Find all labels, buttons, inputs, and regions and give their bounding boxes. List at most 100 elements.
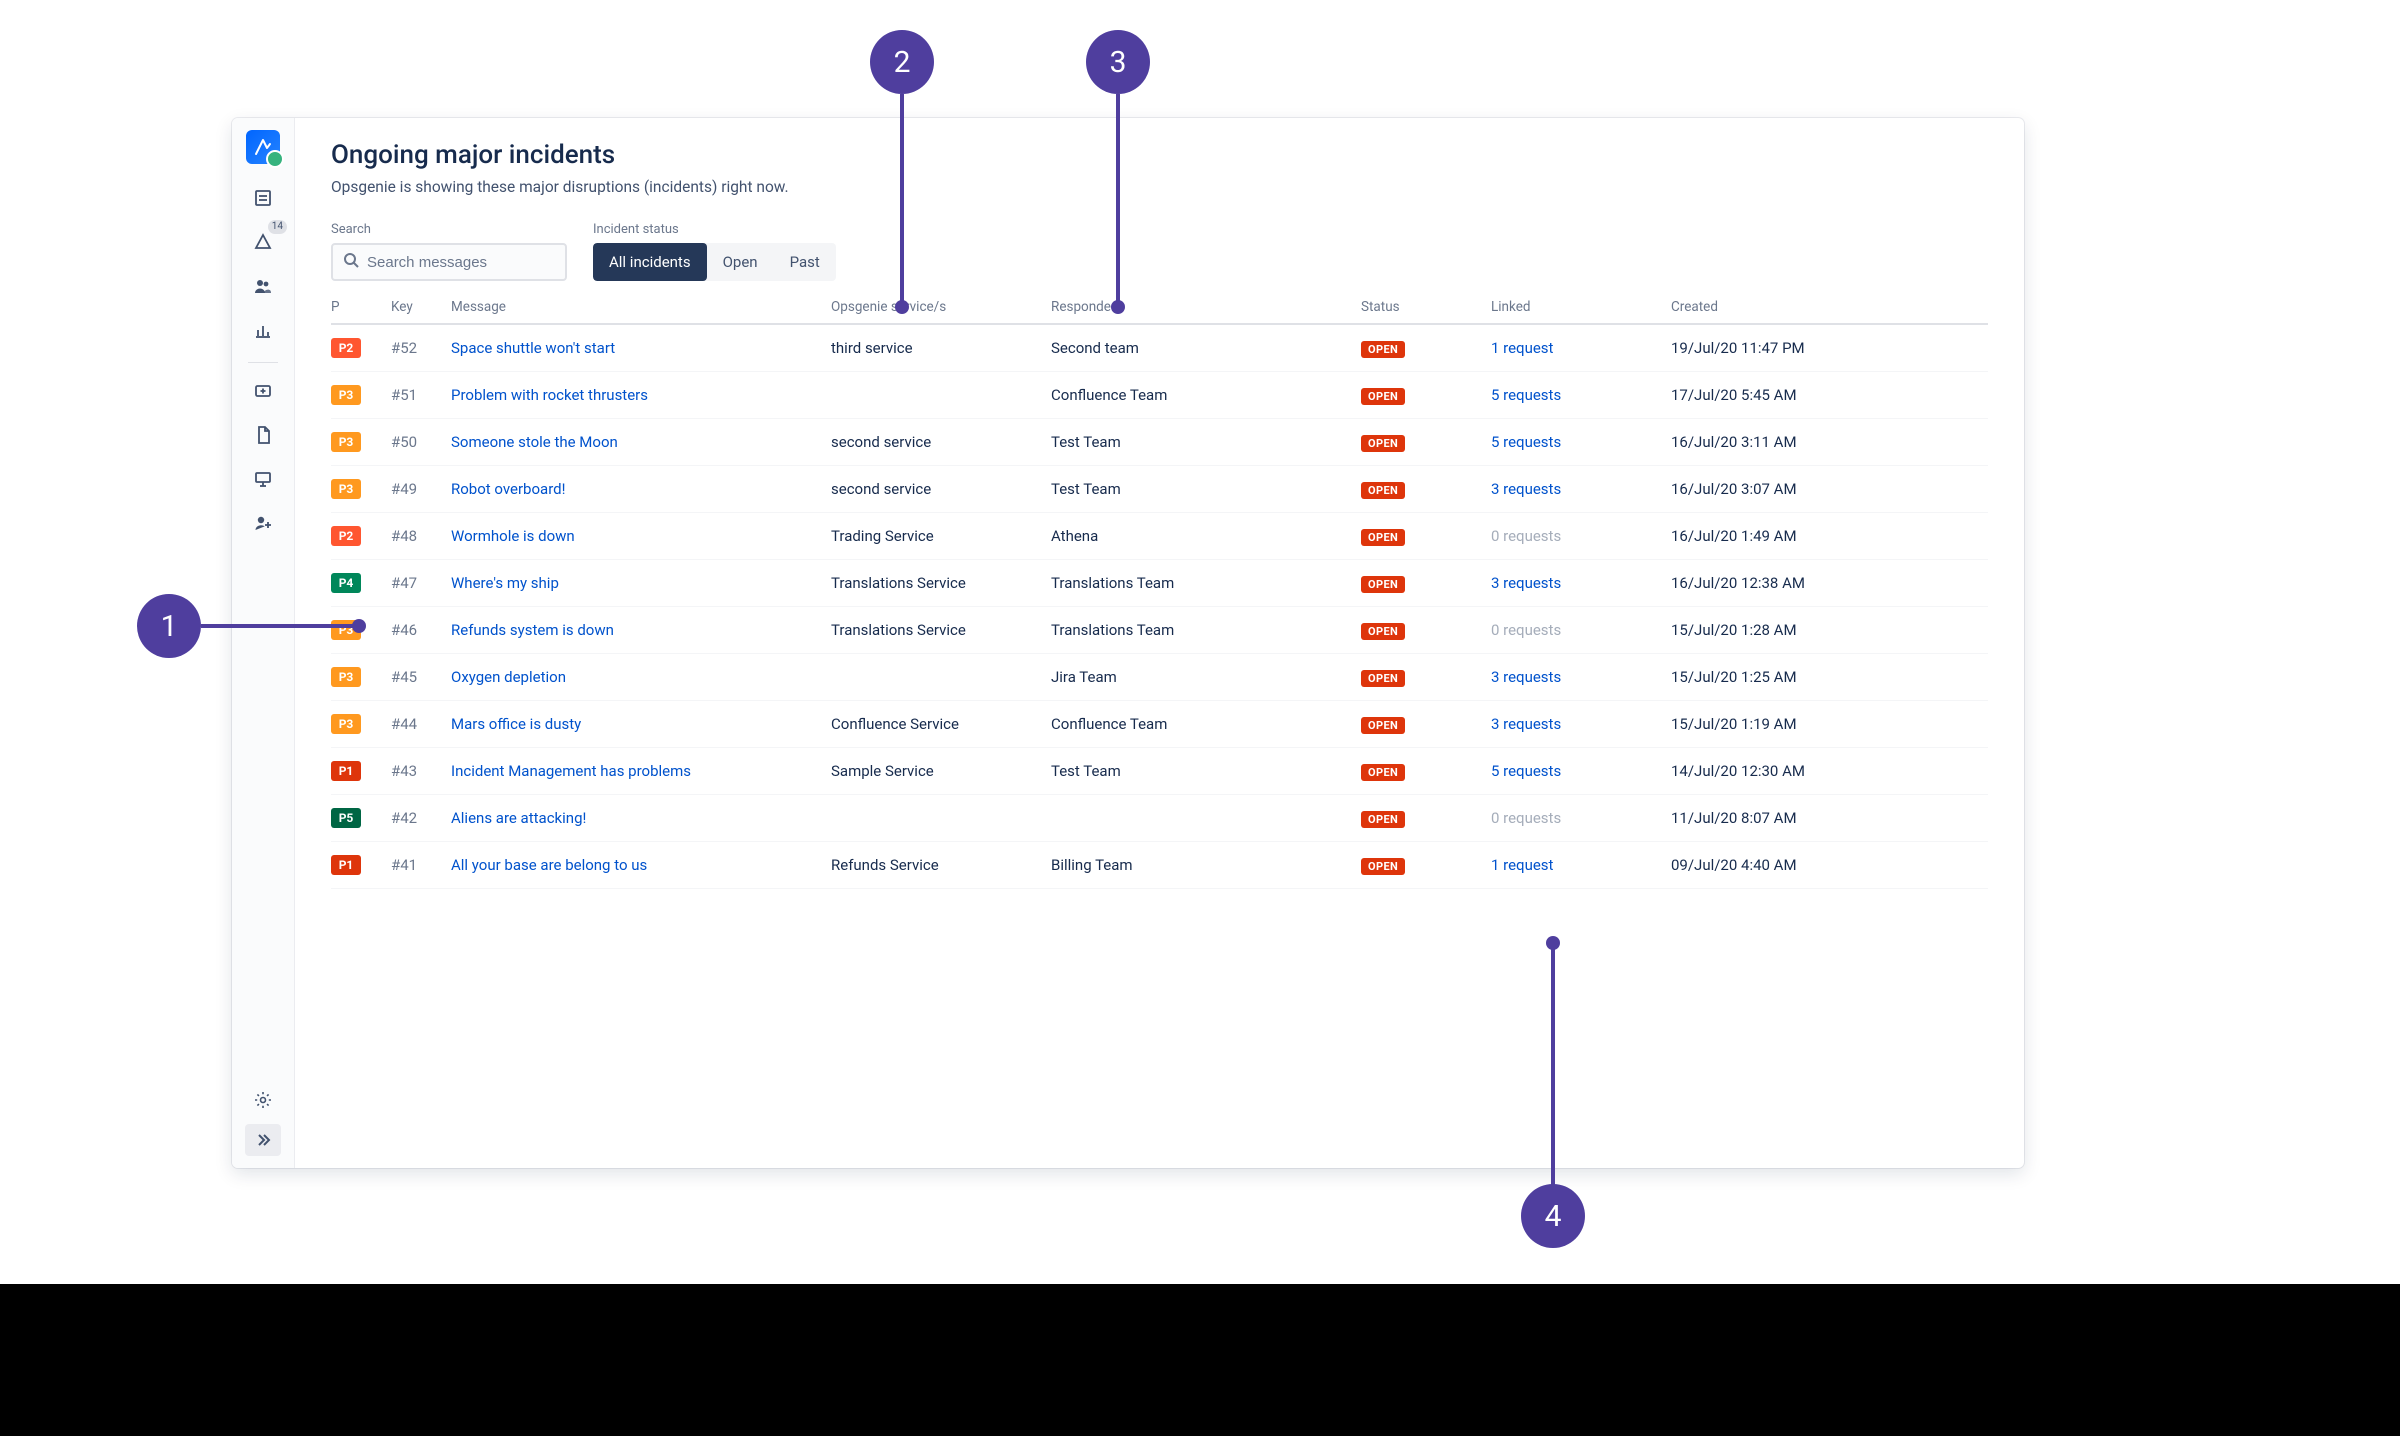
- service-cell: Sample Service: [831, 762, 1051, 780]
- incident-link[interactable]: Mars office is dusty: [451, 715, 581, 733]
- incident-link[interactable]: Oxygen depletion: [451, 668, 566, 686]
- filter-bar: Search Incident status All incidents Ope…: [331, 222, 1988, 281]
- incident-key: #43: [391, 762, 451, 780]
- table-row: P4#47Where's my shipTranslations Service…: [331, 560, 1988, 607]
- service-cell: Translations Service: [831, 574, 1051, 592]
- invite-icon[interactable]: [243, 503, 283, 543]
- knowledge-icon[interactable]: [243, 415, 283, 455]
- table-row: P5#42Aliens are attacking!OPEN0 requests…: [331, 795, 1988, 842]
- linked-requests[interactable]: 5 requests: [1491, 762, 1671, 780]
- incident-link[interactable]: Where's my ship: [451, 574, 559, 592]
- incident-link[interactable]: All your base are belong to us: [451, 856, 647, 874]
- col-priority[interactable]: P: [331, 299, 391, 315]
- responders-cell: Confluence Team: [1051, 715, 1361, 733]
- raise-request-icon[interactable]: [243, 371, 283, 411]
- responders-cell: Translations Team: [1051, 574, 1361, 592]
- linked-requests[interactable]: 3 requests: [1491, 574, 1671, 592]
- status-badge: OPEN: [1361, 576, 1405, 593]
- responders-cell: Jira Team: [1051, 668, 1361, 686]
- queues-icon[interactable]: [243, 178, 283, 218]
- incident-key: #44: [391, 715, 451, 733]
- table-row: P2 #48Wormhole is down Trading ServiceAthe…: [331, 513, 1988, 560]
- responders-cell: Test Team: [1051, 762, 1361, 780]
- col-key[interactable]: Key: [391, 299, 451, 315]
- annotation-dot-2: [895, 300, 909, 314]
- incident-link[interactable]: Problem with rocket thrusters: [451, 386, 648, 404]
- col-created[interactable]: Created: [1671, 299, 1988, 315]
- status-badge: OPEN: [1361, 435, 1405, 452]
- bottom-black-bar: [0, 1284, 2400, 1436]
- linked-requests[interactable]: 5 requests: [1491, 433, 1671, 451]
- incident-link[interactable]: Wormhole is down: [451, 527, 575, 545]
- service-cell: second service: [831, 433, 1051, 451]
- created-cell: 15/Jul/20 1:25 AM: [1671, 668, 1988, 686]
- incident-link[interactable]: Someone stole the Moon: [451, 433, 618, 451]
- incident-key: #48: [391, 527, 451, 545]
- annotation-bubble-4: 4: [1521, 1184, 1585, 1248]
- seg-past[interactable]: Past: [774, 243, 836, 281]
- table-row: P3 #49Robot overboard! second serviceTest …: [331, 466, 1988, 513]
- status-segment: All incidents Open Past: [593, 243, 836, 281]
- incident-link[interactable]: Robot overboard!: [451, 480, 565, 498]
- incident-link[interactable]: Incident Management has problems: [451, 762, 691, 780]
- table-row: P3#50Someone stole the Moonsecond servic…: [331, 419, 1988, 466]
- table-row: P2#52Space shuttle won't startthird serv…: [331, 325, 1988, 372]
- col-responders[interactable]: Responders: [1051, 299, 1361, 315]
- table-row: P1 #43Incident Management has problems Sam…: [331, 748, 1988, 795]
- sidebar-separator: [248, 362, 278, 363]
- priority-badge: P2: [331, 526, 361, 546]
- status-badge: OPEN: [1361, 717, 1405, 734]
- priority-badge: P3: [331, 479, 361, 499]
- search-input[interactable]: [367, 254, 566, 271]
- incident-key: #49: [391, 480, 451, 498]
- incident-key: #42: [391, 809, 451, 827]
- priority-badge: P4: [331, 573, 361, 593]
- search-input-wrapper[interactable]: [331, 243, 567, 281]
- incident-link[interactable]: Refunds system is down: [451, 621, 614, 639]
- status-badge: OPEN: [1361, 811, 1405, 828]
- status-badge: OPEN: [1361, 482, 1405, 499]
- linked-requests[interactable]: 3 requests: [1491, 480, 1671, 498]
- created-cell: 19/Jul/20 11:47 PM: [1671, 339, 1988, 357]
- annotation-bubble-2: 2: [870, 30, 934, 94]
- responders-cell: Test Team: [1051, 480, 1361, 498]
- linked-requests[interactable]: 1 request: [1491, 339, 1671, 357]
- created-cell: 15/Jul/20 1:19 AM: [1671, 715, 1988, 733]
- table-row: P3#51Problem with rocket thrustersConflu…: [331, 372, 1988, 419]
- col-service[interactable]: Opsgenie service/s: [831, 299, 1051, 315]
- service-cell: Trading Service: [831, 527, 1051, 545]
- incident-key: #50: [391, 433, 451, 451]
- channels-icon[interactable]: [243, 459, 283, 499]
- status-badge: OPEN: [1361, 341, 1405, 358]
- created-cell: 16/Jul/20 12:38 AM: [1671, 574, 1988, 592]
- linked-requests[interactable]: 5 requests: [1491, 386, 1671, 404]
- col-status[interactable]: Status: [1361, 299, 1491, 315]
- col-message[interactable]: Message: [451, 299, 831, 315]
- app-window: Ongoing major incidents Opsgenie is show…: [232, 118, 2024, 1168]
- incident-link[interactable]: Aliens are attacking!: [451, 809, 586, 827]
- customers-icon[interactable]: [243, 266, 283, 306]
- incident-key: #51: [391, 386, 451, 404]
- linked-requests[interactable]: 1 request: [1491, 856, 1671, 874]
- incident-key: #45: [391, 668, 451, 686]
- responders-cell: Translations Team: [1051, 621, 1361, 639]
- created-cell: 15/Jul/20 1:28 AM: [1671, 621, 1988, 639]
- table-row: P1#41All your base are belong to usRefun…: [331, 842, 1988, 889]
- project-logo[interactable]: [246, 130, 280, 164]
- incident-link[interactable]: Space shuttle won't start: [451, 339, 615, 357]
- responders-cell: Athena: [1051, 527, 1361, 545]
- expand-sidebar-button[interactable]: [245, 1124, 281, 1156]
- reports-icon[interactable]: [243, 310, 283, 350]
- priority-badge: P1: [331, 855, 361, 875]
- service-cell: second service: [831, 480, 1051, 498]
- priority-badge: P1: [331, 761, 361, 781]
- seg-open[interactable]: Open: [707, 243, 774, 281]
- seg-all-incidents[interactable]: All incidents: [593, 243, 707, 281]
- incident-key: #41: [391, 856, 451, 874]
- col-linked[interactable]: Linked: [1491, 299, 1671, 315]
- linked-requests[interactable]: 3 requests: [1491, 668, 1671, 686]
- linked-requests[interactable]: 3 requests: [1491, 715, 1671, 733]
- alerts-icon[interactable]: [243, 222, 283, 262]
- responders-cell: Test Team: [1051, 433, 1361, 451]
- settings-icon[interactable]: [243, 1080, 283, 1120]
